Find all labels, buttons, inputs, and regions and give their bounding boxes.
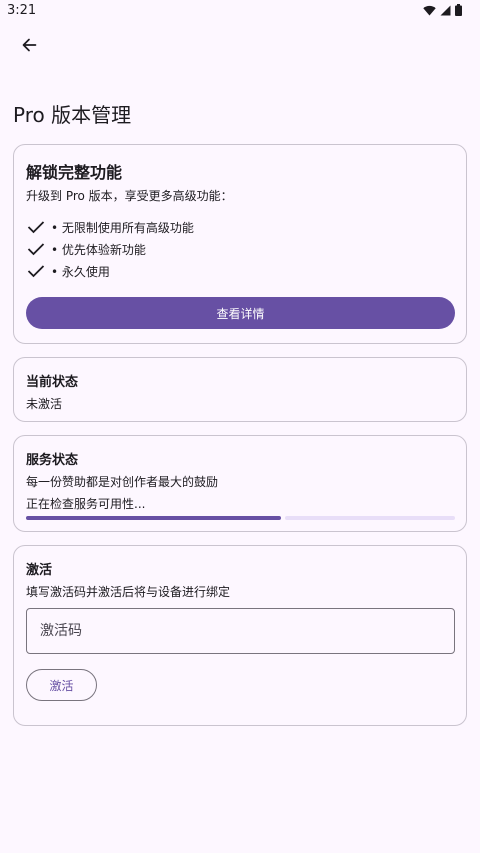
check-icon (26, 217, 46, 237)
feature-text: • 永久使用 (51, 264, 110, 279)
page-title: Pro 版本管理 (13, 103, 132, 127)
battery-icon (455, 4, 462, 16)
view-details-button[interactable]: 查看详情 (26, 297, 455, 329)
activation-title: 激活 (26, 563, 53, 578)
arrow-left-icon (22, 38, 37, 52)
feature-text: • 优先体验新功能 (51, 242, 146, 257)
activation-code-input[interactable] (26, 608, 455, 654)
check-icon (26, 261, 46, 281)
activation-description: 填写激活码并激活后将与设备进行绑定 (26, 585, 231, 599)
wifi-icon (423, 5, 436, 15)
progress-fill (26, 516, 281, 520)
feature-item: • 永久使用 (26, 261, 110, 281)
status-value: 未激活 (26, 397, 63, 411)
cell-signal-icon (440, 5, 451, 15)
activation-card: 激活 填写激活码并激活后将与设备进行绑定 激活 (13, 545, 467, 726)
service-status-card: 服务状态 每一份赞助都是对创作者最大的鼓励 正在检查服务可用性... (13, 435, 467, 532)
feature-item: • 优先体验新功能 (26, 239, 146, 259)
unlock-card: 解锁完整功能 升级到 Pro 版本，享受更多高级功能： • 无限制使用所有高级功… (13, 144, 467, 344)
status-title: 当前状态 (26, 375, 79, 390)
activate-button[interactable]: 激活 (26, 669, 97, 701)
check-icon (26, 239, 46, 259)
current-status-card: 当前状态 未激活 (13, 357, 467, 422)
unlock-subtitle: 升级到 Pro 版本，享受更多高级功能： (26, 189, 233, 203)
service-progress-bar (26, 516, 455, 520)
feature-text: • 无限制使用所有高级功能 (51, 220, 194, 235)
status-bar: 3:21 (0, 0, 480, 22)
status-time: 3:21 (7, 3, 37, 18)
service-description: 每一份赞助都是对创作者最大的鼓励 (26, 475, 219, 489)
back-button[interactable] (16, 32, 42, 58)
screen: 3:21 Pro 版本管理 解锁完整功能 升级到 Pro 版本，享受更多高级功能… (0, 0, 480, 853)
unlock-title: 解锁完整功能 (26, 163, 123, 182)
feature-item: • 无限制使用所有高级功能 (26, 217, 194, 237)
status-icons (423, 4, 462, 16)
progress-track-rest (285, 516, 455, 520)
service-title: 服务状态 (26, 453, 79, 468)
service-progress-text: 正在检查服务可用性... (26, 497, 146, 511)
